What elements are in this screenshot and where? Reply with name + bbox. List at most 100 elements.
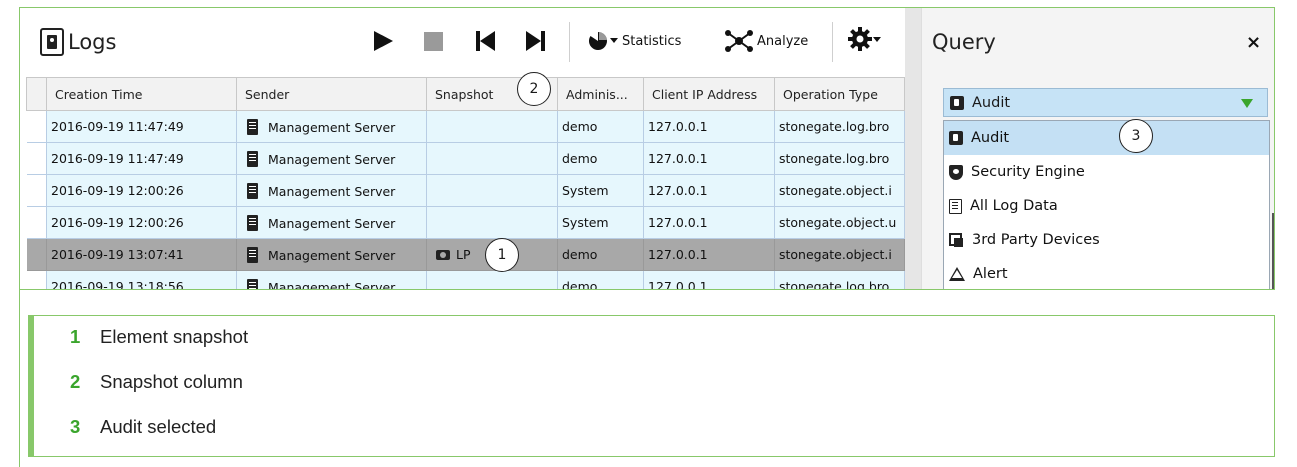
dropdown-option-security-engine[interactable]: Security Engine xyxy=(944,155,1269,189)
statistics-label: Statistics xyxy=(622,33,682,49)
query-type-dropdown: Audit Security Engine All Log Data 3rd P… xyxy=(943,120,1270,289)
callout-1: 1 xyxy=(485,238,519,272)
cell-operation-type: stonegate.log.bro xyxy=(774,142,905,175)
column-header-creation-time[interactable]: Creation Time xyxy=(46,77,237,111)
audit-icon xyxy=(950,95,964,110)
cell-client-ip: 127.0.0.1 xyxy=(643,270,775,289)
table-header-row: Creation Time Sender Snapshot Adminis...… xyxy=(26,77,905,111)
audit-icon xyxy=(949,131,963,145)
table-row[interactable]: 2016-09-19 11:47:49 Management Server demo… xyxy=(26,110,905,143)
cell-operation-type: stonegate.object.i xyxy=(774,238,905,271)
cell-sender: Management Server xyxy=(236,174,427,207)
logs-table: Creation Time Sender Snapshot Adminis...… xyxy=(26,77,905,290)
cell-creation-time: 2016-09-19 12:00:26 xyxy=(46,206,237,239)
cell-operation-type: stonegate.log.bro xyxy=(774,110,905,143)
callout-2: 2 xyxy=(517,72,551,106)
legend-text: Audit selected xyxy=(100,416,217,437)
stop-icon xyxy=(424,32,443,51)
column-header-client-ip[interactable]: Client IP Address xyxy=(643,77,775,111)
dropdown-option-audit[interactable]: Audit xyxy=(944,121,1269,155)
dropdown-option-third-party-devices[interactable]: 3rd Party Devices xyxy=(944,223,1269,257)
last-button[interactable] xyxy=(525,30,547,52)
snapshot-label[interactable]: LP xyxy=(456,247,471,262)
settings-button[interactable] xyxy=(848,27,882,53)
row-gutter xyxy=(26,206,47,239)
dropdown-scrollbar[interactable] xyxy=(1272,213,1274,289)
devices-icon xyxy=(949,232,964,248)
pie-chart-icon xyxy=(589,32,618,50)
query-type-select[interactable]: Audit xyxy=(943,88,1268,117)
cell-client-ip: 127.0.0.1 xyxy=(643,110,775,143)
query-title: Query xyxy=(932,30,996,54)
first-button[interactable] xyxy=(475,30,497,52)
cell-creation-time: 2016-09-19 13:07:41 xyxy=(46,238,237,271)
server-icon xyxy=(247,246,258,263)
legend-text: Snapshot column xyxy=(100,371,243,392)
sender-label: Management Server xyxy=(268,151,396,167)
cell-snapshot xyxy=(426,110,558,143)
shield-icon xyxy=(949,164,963,180)
column-header-sender[interactable]: Sender xyxy=(236,77,427,111)
dropdown-option-label: Security Engine xyxy=(971,164,1085,180)
dropdown-arrow-icon[interactable] xyxy=(1241,99,1253,108)
logs-title-area: Logs xyxy=(40,28,116,56)
cell-creation-time: 2016-09-19 11:47:49 xyxy=(46,142,237,175)
legend-box: 1 Element snapshot 2 Snapshot column 3 A… xyxy=(28,315,1275,457)
cell-operation-type: stonegate.object.u xyxy=(774,206,905,239)
cell-sender: Management Server xyxy=(236,238,427,271)
cell-snapshot xyxy=(426,174,558,207)
cell-administrator: demo xyxy=(557,110,644,143)
cell-administrator: demo xyxy=(557,238,644,271)
table-row[interactable]: 2016-09-19 13:18:56 Management Server demo… xyxy=(26,270,905,290)
server-icon xyxy=(247,118,258,135)
table-row[interactable]: 2016-09-19 13:07:41 Management Server LP de… xyxy=(26,238,905,271)
row-gutter xyxy=(26,142,47,175)
cell-operation-type: stonegate.object.i xyxy=(774,174,905,207)
camera-icon[interactable] xyxy=(436,250,450,260)
server-icon xyxy=(247,150,258,167)
logs-pane: Logs Statistics Analyze Creation Time Se… xyxy=(20,8,905,290)
sender-label: Management Server xyxy=(268,247,396,263)
server-icon xyxy=(247,278,258,289)
column-header-gutter xyxy=(26,77,47,111)
log-list-icon xyxy=(949,198,962,214)
table-row[interactable]: 2016-09-19 12:00:26 Management Server Syst… xyxy=(26,206,905,239)
row-gutter xyxy=(26,110,47,143)
statistics-button[interactable]: Statistics xyxy=(589,32,681,50)
query-type-selected-value: Audit xyxy=(972,94,1011,111)
row-gutter xyxy=(26,174,47,207)
cell-sender: Management Server xyxy=(236,142,427,175)
legend-item: 1 Element snapshot xyxy=(70,320,248,354)
analyze-button[interactable]: Analyze xyxy=(724,30,808,52)
column-header-administrator[interactable]: Adminis... xyxy=(557,77,644,111)
server-icon xyxy=(247,182,258,199)
cell-client-ip: 127.0.0.1 xyxy=(643,142,775,175)
server-icon xyxy=(247,214,258,231)
table-row[interactable]: 2016-09-19 12:00:26 Management Server Syst… xyxy=(26,174,905,207)
cell-administrator: demo xyxy=(557,142,644,175)
column-header-operation-type[interactable]: Operation Type xyxy=(774,77,905,111)
close-icon[interactable]: × xyxy=(1246,32,1261,53)
row-gutter xyxy=(26,270,47,289)
cell-snapshot xyxy=(426,270,558,289)
toolbar-separator xyxy=(832,22,833,62)
toolbar-separator xyxy=(569,22,570,62)
cell-creation-time: 2016-09-19 12:00:26 xyxy=(46,174,237,207)
table-row[interactable]: 2016-09-19 11:47:49 Management Server demo… xyxy=(26,142,905,175)
cell-creation-time: 2016-09-19 13:18:56 xyxy=(46,270,237,289)
play-button[interactable] xyxy=(372,30,394,52)
play-icon xyxy=(374,31,393,51)
sender-label: Management Server xyxy=(268,183,396,199)
alert-icon xyxy=(949,267,965,281)
sender-label: Management Server xyxy=(268,279,396,290)
dropdown-option-all-log-data[interactable]: All Log Data xyxy=(944,189,1269,223)
dropdown-option-label: Audit xyxy=(971,130,1010,146)
dropdown-option-alert[interactable]: Alert xyxy=(944,257,1269,289)
stop-button[interactable] xyxy=(424,32,444,52)
row-gutter xyxy=(26,238,47,271)
cell-creation-time: 2016-09-19 11:47:49 xyxy=(46,110,237,143)
legend-item: 3 Audit selected xyxy=(70,410,216,444)
cell-sender: Management Server xyxy=(236,110,427,143)
legend-item: 2 Snapshot column xyxy=(70,365,243,399)
pane-divider[interactable] xyxy=(905,8,921,289)
